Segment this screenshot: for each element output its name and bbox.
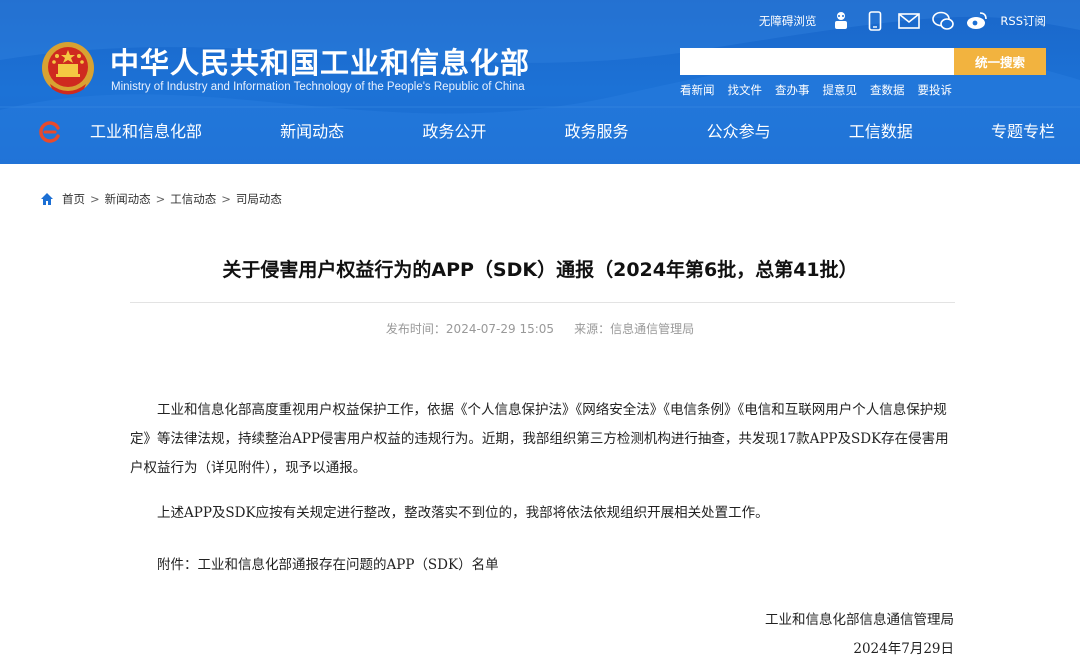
- nav-item-participation[interactable]: 公众参与: [697, 116, 781, 148]
- article-body: 工业和信息化部高度重视用户权益保护工作，依据《个人信息保护法》《网络安全法》《电…: [130, 396, 956, 580]
- publish-time: 发布时间：2024-07-29 15:05: [385, 322, 555, 336]
- article-source: 来源：信息通信管理局: [574, 322, 695, 336]
- barrier-free-link[interactable]: 无障碍浏览: [759, 13, 817, 29]
- breadcrumb: 首页 > 新闻动态 > 工信动态 > 司局动态: [40, 191, 282, 207]
- wechat-icon[interactable]: [932, 10, 955, 32]
- attachment-link[interactable]: 附件：工业和信息化部通报存在问题的APP（SDK）名单: [130, 551, 956, 580]
- nav-item-services[interactable]: 政务服务: [554, 116, 638, 148]
- site-header: 中华人民共和国工业和信息化部 Ministry of Industry and …: [0, 0, 1080, 164]
- article-title: 关于侵害用户权益行为的APP（SDK）通报（2024年第6批，总第41批）: [222, 259, 858, 281]
- weibo-icon[interactable]: [966, 10, 988, 32]
- site-subtitle: Ministry of Industry and Information Tec…: [111, 81, 525, 93]
- signature-date: 2024年7月29日: [853, 641, 954, 657]
- nav-item-news[interactable]: 新闻动态: [270, 116, 354, 148]
- mail-icon[interactable]: [898, 10, 921, 32]
- main-nav: 工业和信息化部 新闻动态 政务公开 政务服务 公众参与 工信数据 专题专栏: [80, 116, 1065, 148]
- unified-search-button[interactable]: 统一搜索: [954, 48, 1046, 75]
- mobile-icon[interactable]: [864, 10, 886, 32]
- site-title[interactable]: 中华人民共和国工业和信息化部: [110, 40, 530, 82]
- quick-link-feedback[interactable]: 提意见: [823, 82, 858, 98]
- article-meta: 发布时间：2024-07-29 15:05 来源：信息通信管理局: [0, 320, 1080, 337]
- quick-link-data[interactable]: 查数据: [870, 82, 905, 98]
- nav-item-data[interactable]: 工信数据: [839, 116, 923, 148]
- quick-links: 看新闻 找文件 查办事 提意见 查数据 要投诉: [680, 82, 965, 98]
- nav-item-government-affairs[interactable]: 政务公开: [412, 116, 496, 148]
- quick-link-services[interactable]: 查办事: [775, 82, 810, 98]
- breadcrumb-department-news[interactable]: 司局动态: [236, 191, 282, 207]
- home-icon: [41, 193, 53, 205]
- ministry-logo-icon[interactable]: [38, 120, 62, 144]
- search-input[interactable]: [680, 48, 954, 75]
- breadcrumb-separator: >: [221, 192, 231, 206]
- article-paragraph: 上述APP及SDK应按有关规定进行整改，整改落实不到位的，我部将依法依规组织开展…: [157, 505, 769, 521]
- quick-link-complaint[interactable]: 要投诉: [918, 82, 953, 98]
- quick-link-files[interactable]: 找文件: [728, 82, 763, 98]
- breadcrumb-industry-news[interactable]: 工信动态: [170, 191, 216, 207]
- nav-item-topics[interactable]: 专题专栏: [981, 116, 1065, 148]
- article-signature: 工业和信息化部信息通信管理局 2024年7月29日: [765, 606, 954, 664]
- title-divider: [130, 302, 955, 303]
- signature-issuer: 工业和信息化部信息通信管理局: [765, 612, 954, 628]
- breadcrumb-news[interactable]: 新闻动态: [105, 191, 151, 207]
- breadcrumb-separator: >: [90, 192, 100, 206]
- rss-link[interactable]: RSS订阅: [1000, 13, 1046, 29]
- robot-icon[interactable]: [830, 10, 852, 32]
- nav-item-ministry[interactable]: 工业和信息化部: [80, 116, 212, 148]
- quick-link-news[interactable]: 看新闻: [680, 82, 715, 98]
- breadcrumb-home[interactable]: 首页: [62, 191, 85, 207]
- national-emblem-icon: [42, 42, 94, 95]
- article-paragraph: 工业和信息化部高度重视用户权益保护工作，依据《个人信息保护法》《网络安全法》《电…: [130, 402, 949, 476]
- breadcrumb-separator: >: [155, 192, 166, 206]
- top-utility-links: 无障碍浏览 RSS订阅: [759, 9, 1046, 33]
